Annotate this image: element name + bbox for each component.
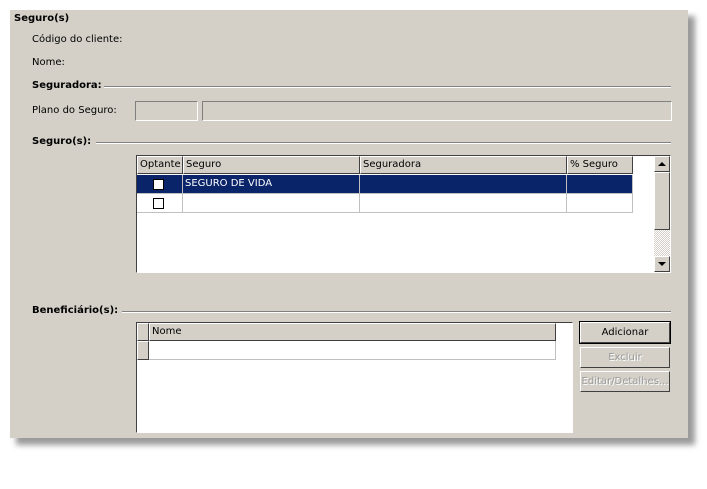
row-indicator-header [137, 323, 149, 341]
col-header-seguro[interactable]: Seguro [183, 156, 360, 174]
seguradora-section-title: Seguradora: [32, 80, 102, 91]
plano-seguro-label: Plano do Seguro: [32, 105, 117, 116]
seguradora-cell[interactable] [360, 175, 567, 194]
pct-seguro-cell[interactable] [567, 194, 633, 213]
beneficiarios-separator [122, 311, 671, 313]
seguros-separator [96, 142, 671, 144]
col-header-nome[interactable]: Nome [149, 323, 556, 341]
adicionar-button[interactable]: Adicionar [579, 321, 671, 344]
vertical-scrollbar[interactable] [654, 156, 670, 272]
nome-cell[interactable] [149, 341, 556, 360]
seguros-panel: Seguro(s) Código do cliente: Nome: Segur… [10, 10, 688, 438]
table-row[interactable] [137, 175, 183, 194]
plano-code-value [136, 105, 139, 116]
pct-seguro-cell[interactable] [567, 175, 633, 194]
seguros-section-title: Seguro(s): [32, 136, 92, 147]
scroll-up-button[interactable] [654, 156, 670, 172]
seguradora-separator [104, 86, 671, 88]
col-header-optante[interactable]: Optante [137, 156, 183, 174]
scroll-thumb[interactable] [654, 172, 670, 230]
arrow-down-icon [658, 262, 666, 266]
plano-description-value [203, 105, 206, 116]
plano-code-field[interactable] [135, 101, 198, 121]
seguro-cell[interactable] [183, 194, 360, 213]
seguradora-cell[interactable] [360, 194, 567, 213]
optante-checkbox[interactable] [153, 179, 164, 190]
scroll-down-button[interactable] [654, 256, 670, 272]
col-header-pct-seguro[interactable]: % Seguro [567, 156, 633, 174]
table-row[interactable] [137, 194, 183, 213]
seguro-cell[interactable]: SEGURO DE VIDA [183, 175, 360, 194]
seguros-grid[interactable]: Optante Seguro Seguradora % Seguro SEGUR… [136, 155, 671, 273]
codigo-cliente-label: Código do cliente: [32, 34, 123, 45]
arrow-up-icon [658, 162, 666, 166]
beneficiarios-section-title: Beneficiário(s): [32, 305, 119, 316]
nome-label: Nome: [32, 57, 65, 68]
form-title: Seguro(s) [14, 13, 70, 24]
excluir-button[interactable]: Excluir [580, 347, 670, 368]
row-indicator[interactable] [137, 341, 149, 360]
editar-detalhes-button[interactable]: Editar/Detalhes... [580, 371, 670, 392]
beneficiarios-grid[interactable]: Nome [136, 322, 573, 433]
col-header-seguradora[interactable]: Seguradora [360, 156, 567, 174]
plano-description-field[interactable] [202, 101, 672, 121]
optante-checkbox[interactable] [153, 198, 164, 209]
